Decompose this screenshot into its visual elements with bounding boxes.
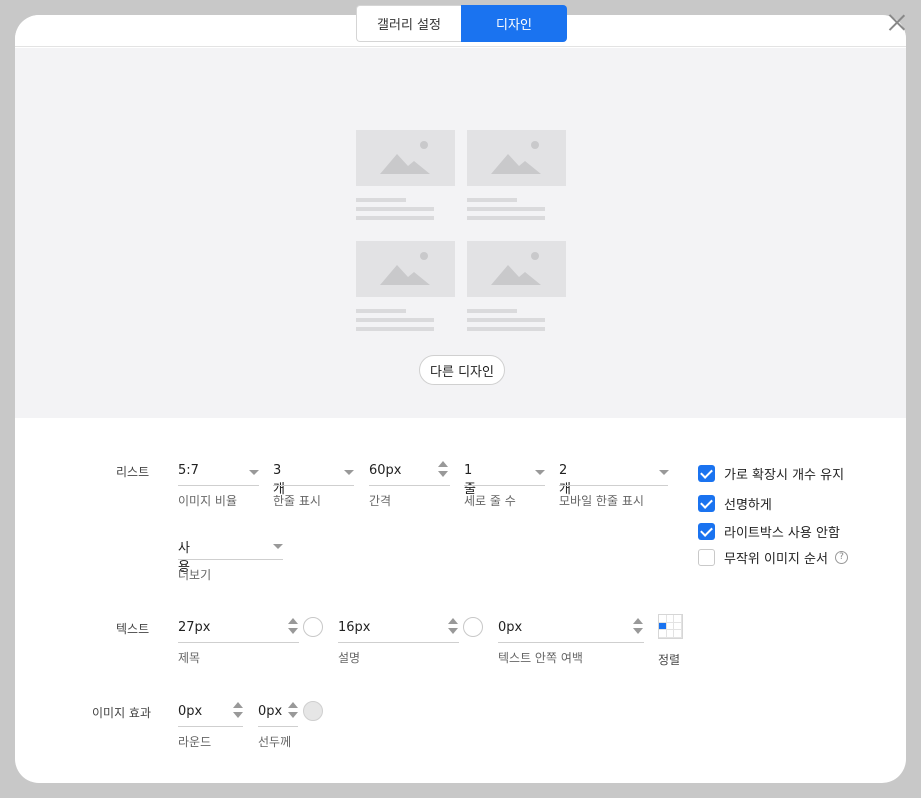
tab-gallery-settings[interactable]: 갤러리 설정: [356, 5, 461, 42]
section-label-image-effect: 이미지 효과: [92, 706, 152, 720]
keep-count-label: 가로 확장시 개수 유지: [724, 467, 845, 483]
sharpen-checkbox[interactable]: 선명하게: [698, 494, 772, 513]
align-selected-cell: [659, 622, 667, 631]
stepper-arrows-icon[interactable]: [233, 702, 243, 720]
section-label-list: 리스트: [116, 465, 150, 479]
chevron-down-icon: [344, 470, 354, 475]
text-placeholder-line: [467, 207, 545, 211]
rows-caption: 세로 줄 수: [464, 494, 516, 508]
desc-color-picker[interactable]: [463, 617, 483, 637]
preview-card: [356, 130, 455, 220]
image-placeholder-icon: [467, 241, 566, 297]
image-ratio-caption: 이미지 비율: [178, 494, 238, 508]
stepper-arrows-icon[interactable]: [288, 618, 298, 636]
text-placeholder-line: [356, 216, 434, 220]
round-caption: 라운드: [178, 735, 212, 749]
text-align-grid[interactable]: [658, 614, 683, 639]
keep-count-checkbox[interactable]: 가로 확장시 개수 유지: [698, 464, 845, 483]
border-color-picker[interactable]: [303, 701, 323, 721]
preview-card: [467, 241, 566, 331]
text-placeholder-line: [467, 309, 517, 313]
disable-lightbox-checkbox[interactable]: 라이트박스 사용 안함: [698, 522, 840, 541]
settings-tabs: 갤러리 설정 디자인: [356, 5, 567, 42]
desc-size-caption: 설명: [338, 651, 361, 665]
title-color-picker[interactable]: [303, 617, 323, 637]
text-padding-value: 0px: [498, 620, 523, 635]
text-placeholder-line: [467, 216, 545, 220]
help-icon[interactable]: ?: [834, 550, 848, 564]
title-size-caption: 제목: [178, 651, 201, 665]
random-order-label: 무작위 이미지 순서: [724, 551, 828, 567]
checkbox-checked-icon: [698, 522, 715, 540]
checkbox-unchecked-icon: [698, 548, 715, 566]
chevron-down-icon: [659, 470, 669, 475]
mobile-per-row-caption: 모바일 한줄 표시: [559, 494, 644, 508]
disable-lightbox-label: 라이트박스 사용 안함: [724, 525, 840, 541]
preview-card: [467, 130, 566, 220]
image-placeholder-icon: [467, 130, 566, 186]
round-value: 0px: [178, 704, 203, 719]
stepper-arrows-icon[interactable]: [633, 618, 643, 636]
gap-caption: 간격: [369, 494, 392, 508]
sharpen-label: 선명하게: [724, 497, 772, 513]
chevron-down-icon: [249, 470, 259, 475]
chevron-down-icon: [535, 470, 545, 475]
text-placeholder-line: [467, 318, 545, 322]
text-placeholder-line: [467, 198, 517, 202]
section-label-text: 텍스트: [116, 622, 150, 636]
text-placeholder-line: [356, 198, 406, 202]
image-placeholder-icon: [356, 241, 455, 297]
chevron-down-icon: [273, 544, 283, 549]
load-more-caption: 더보기: [178, 568, 212, 582]
image-placeholder-icon: [356, 130, 455, 186]
border-width-caption: 선두께: [258, 735, 292, 749]
stepper-arrows-icon[interactable]: [288, 702, 298, 720]
border-width-value: 0px: [258, 704, 283, 719]
desc-size-value: 16px: [338, 620, 371, 635]
image-ratio-value: 5:7: [178, 463, 199, 478]
gap-value: 60px: [369, 463, 402, 478]
text-placeholder-line: [356, 318, 434, 322]
checkbox-checked-icon: [698, 494, 715, 512]
title-size-value: 27px: [178, 620, 211, 635]
random-order-checkbox[interactable]: 무작위 이미지 순서 ?: [698, 548, 848, 567]
text-padding-caption: 텍스트 안쪽 여백: [498, 651, 583, 665]
stepper-arrows-icon[interactable]: [438, 461, 448, 479]
text-placeholder-line: [356, 327, 434, 331]
tab-design[interactable]: 디자인: [461, 5, 567, 42]
stepper-arrows-icon[interactable]: [448, 618, 458, 636]
per-row-caption: 한줄 표시: [273, 494, 321, 508]
text-placeholder-line: [356, 309, 406, 313]
design-settings-modal: [15, 15, 906, 783]
text-placeholder-line: [356, 207, 434, 211]
other-design-button[interactable]: 다른 디자인: [419, 355, 505, 385]
text-placeholder-line: [467, 327, 545, 331]
close-icon[interactable]: [887, 13, 907, 33]
preview-card: [356, 241, 455, 331]
align-caption: 정렬: [658, 653, 681, 667]
checkbox-checked-icon: [698, 464, 715, 482]
